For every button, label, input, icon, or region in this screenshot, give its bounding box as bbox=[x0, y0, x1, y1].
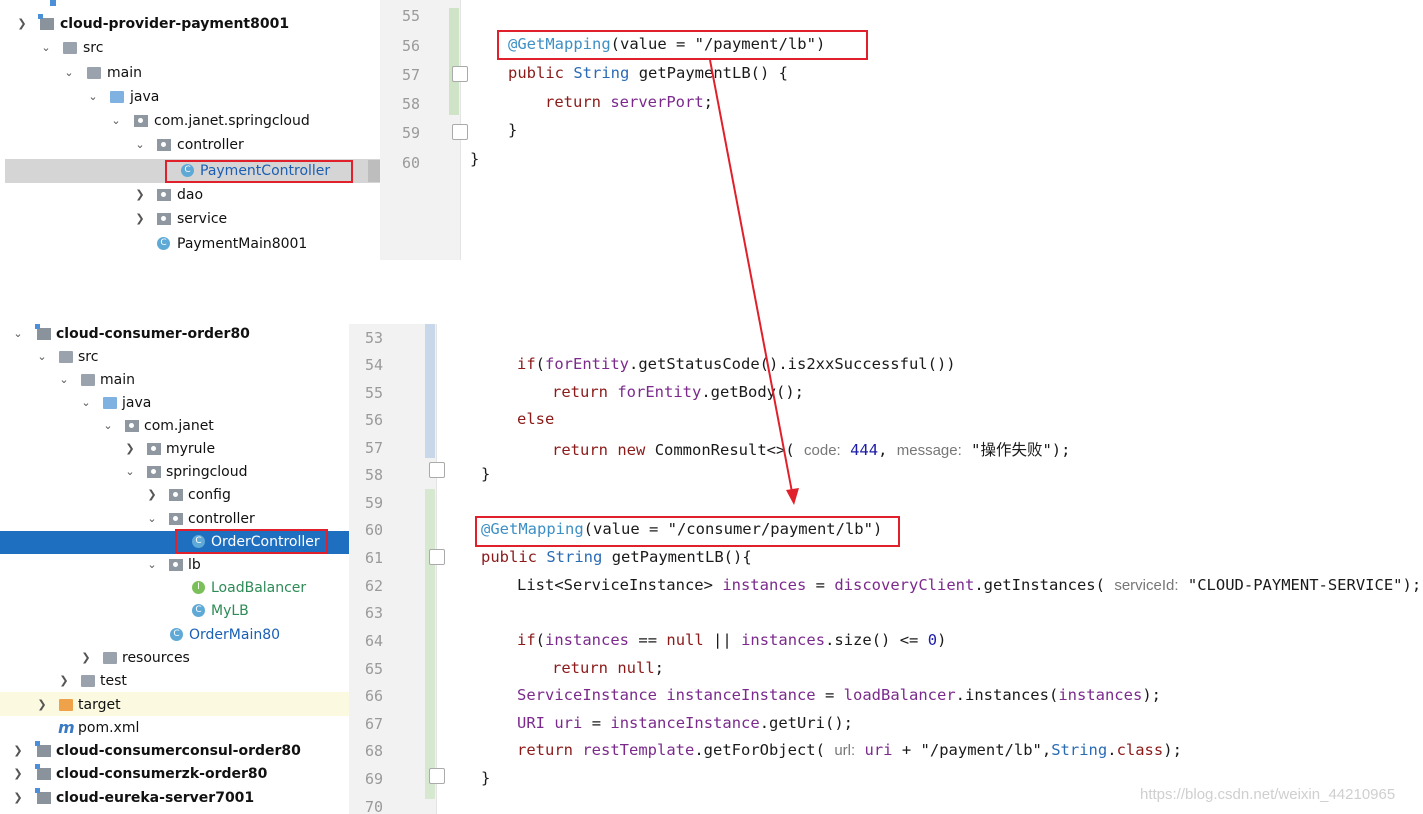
connector-arrow bbox=[709, 59, 799, 505]
arrow-head-icon bbox=[786, 488, 799, 505]
watermark: https://blog.csdn.net/weixin_44210965 bbox=[1140, 786, 1396, 803]
arrow-line bbox=[709, 59, 793, 493]
